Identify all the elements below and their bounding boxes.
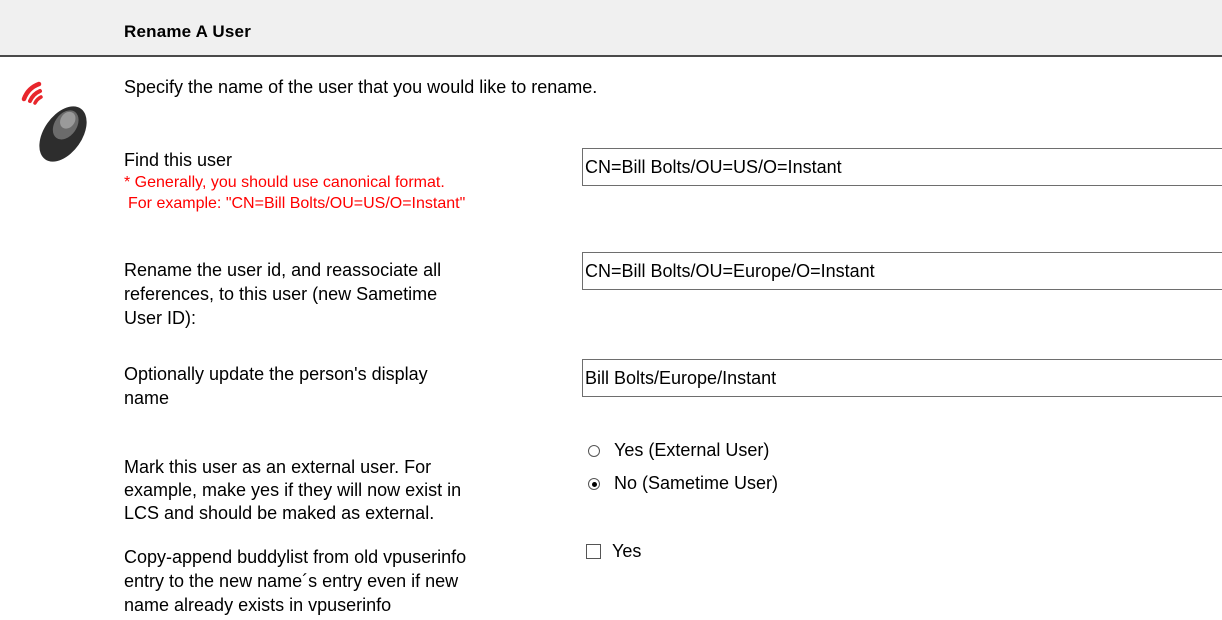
new-user-id-input[interactable] (582, 252, 1222, 290)
rename-id-label-line3: User ID): (124, 308, 196, 328)
intro-text: Specify the name of the user that you wo… (124, 77, 598, 97)
display-name-input[interactable] (582, 359, 1222, 397)
buddylist-checkbox[interactable] (586, 544, 601, 559)
remote-control-icon (21, 81, 87, 162)
external-user-label-line2: example, make yes if they will now exist… (124, 480, 462, 500)
radio-button-unchecked[interactable] (588, 444, 600, 457)
canonical-example-hint: For example: "CN=Bill Bolts/OU=US/O=Inst… (128, 195, 466, 212)
rename-id-label-line1: Rename the user id, and reassociate all (124, 260, 442, 280)
find-user-label: Find this user (124, 150, 233, 170)
buddylist-label-line2: entry to the new name´s entry even if ne… (124, 571, 459, 591)
title-bar: Rename A User (0, 0, 1222, 57)
external-user-label-line1: Mark this user as an external user. For (124, 457, 432, 477)
radio-external-user[interactable]: Yes (External User) (588, 440, 769, 461)
radio-button-checked[interactable] (588, 477, 600, 490)
buddylist-label-line3: name already exists in vpuserinfo (124, 595, 392, 615)
rename-id-label-line2: references, to this user (new Sametime (124, 284, 438, 304)
find-user-input[interactable] (582, 148, 1222, 186)
radio-external-user-label: Yes (External User) (614, 440, 770, 460)
page-title: Rename A User (124, 22, 252, 41)
buddylist-label-line1: Copy-append buddylist from old vpuserinf… (124, 547, 467, 567)
display-name-label-line2: name (124, 388, 170, 408)
external-user-label-line3: LCS and should be maked as external. (124, 503, 435, 523)
radio-sametime-user[interactable]: No (Sametime User) (588, 473, 778, 494)
radio-sametime-user-label: No (Sametime User) (614, 473, 779, 493)
buddylist-checkbox-option[interactable]: Yes (586, 541, 641, 562)
buddylist-checkbox-label: Yes (612, 541, 642, 561)
display-name-label-line1: Optionally update the person's display (124, 364, 428, 384)
canonical-format-hint: * Generally, you should use canonical fo… (124, 174, 445, 191)
